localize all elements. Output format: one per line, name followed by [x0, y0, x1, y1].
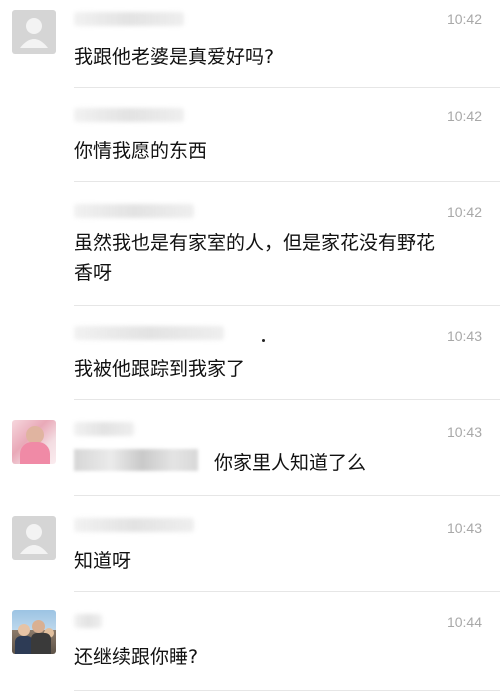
blurred-name-in-text: [74, 449, 198, 471]
blurred-username: [74, 518, 194, 532]
default-avatar-icon[interactable]: [12, 516, 56, 560]
message-text: 虽然我也是有家室的人，但是家花没有野花 香呀: [74, 232, 436, 284]
message-time: 10:44: [446, 614, 482, 630]
list-item[interactable]: 10:42 你情我愿的东西: [0, 88, 500, 182]
list-item[interactable]: 10:42 我跟他老婆是真爱好吗?: [0, 0, 500, 88]
message-text: 知道呀: [74, 550, 132, 572]
dot-mark: [262, 339, 265, 342]
message-time: 10:42: [446, 108, 482, 124]
blurred-username: [74, 108, 184, 122]
message-text: 我被他跟踪到我家了: [74, 358, 246, 380]
group-photo-avatar[interactable]: [12, 610, 56, 654]
list-item[interactable]: 10:43 我被他跟踪到我家了: [0, 306, 500, 400]
message-time: 10:42: [446, 11, 482, 27]
divider: [74, 690, 500, 691]
list-item[interactable]: 10:42 虽然我也是有家室的人，但是家花没有野花 香呀: [0, 182, 500, 306]
message-time: 10:43: [446, 424, 482, 440]
message-text: 我跟他老婆是真爱好吗?: [74, 46, 275, 68]
message-text: 你情我愿的东西: [74, 140, 208, 162]
blurred-username: [74, 12, 184, 26]
blurred-username: [74, 204, 194, 218]
blurred-username: [74, 614, 102, 628]
message-text: 还继续跟你睡?: [74, 646, 199, 668]
default-avatar-icon[interactable]: [12, 10, 56, 54]
list-item[interactable]: 10:43 你家里人知道了么: [0, 400, 500, 496]
blurred-username: [74, 326, 224, 340]
list-item[interactable]: 10:44 还继续跟你睡?: [0, 592, 500, 692]
message-time: 10:42: [446, 204, 482, 220]
blurred-username: [74, 422, 134, 436]
message-feed: 10:42 我跟他老婆是真爱好吗? 10:42 你情我愿的东西 10:42 虽然…: [0, 0, 500, 692]
list-item[interactable]: 10:43 知道呀: [0, 496, 500, 592]
message-text: 你家里人知道了么: [214, 452, 367, 474]
pink-photo-avatar[interactable]: [12, 420, 56, 464]
message-time: 10:43: [446, 328, 482, 344]
message-time: 10:43: [446, 520, 482, 536]
